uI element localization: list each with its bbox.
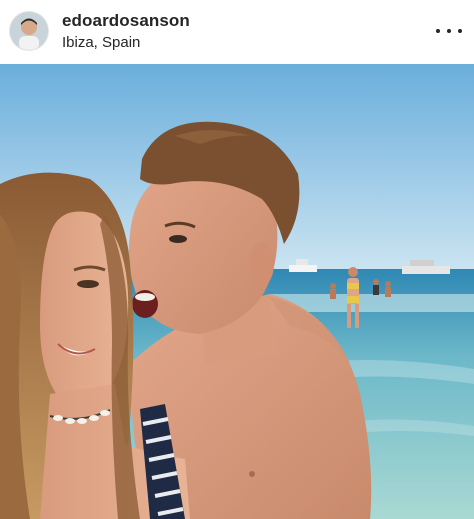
post-header: edoardosanson Ibiza, Spain bbox=[0, 0, 474, 64]
more-options-icon[interactable] bbox=[436, 20, 462, 42]
location-link[interactable]: Ibiza, Spain bbox=[62, 34, 140, 51]
beach-selfie-photo bbox=[0, 64, 474, 519]
dot bbox=[447, 29, 451, 33]
username-link[interactable]: edoardosanson bbox=[62, 11, 190, 31]
dot bbox=[458, 29, 462, 33]
dot bbox=[436, 29, 440, 33]
profile-avatar[interactable] bbox=[10, 12, 48, 50]
avatar-image bbox=[10, 12, 48, 50]
background-swimmer bbox=[330, 283, 336, 299]
post-photo[interactable] bbox=[0, 64, 474, 519]
